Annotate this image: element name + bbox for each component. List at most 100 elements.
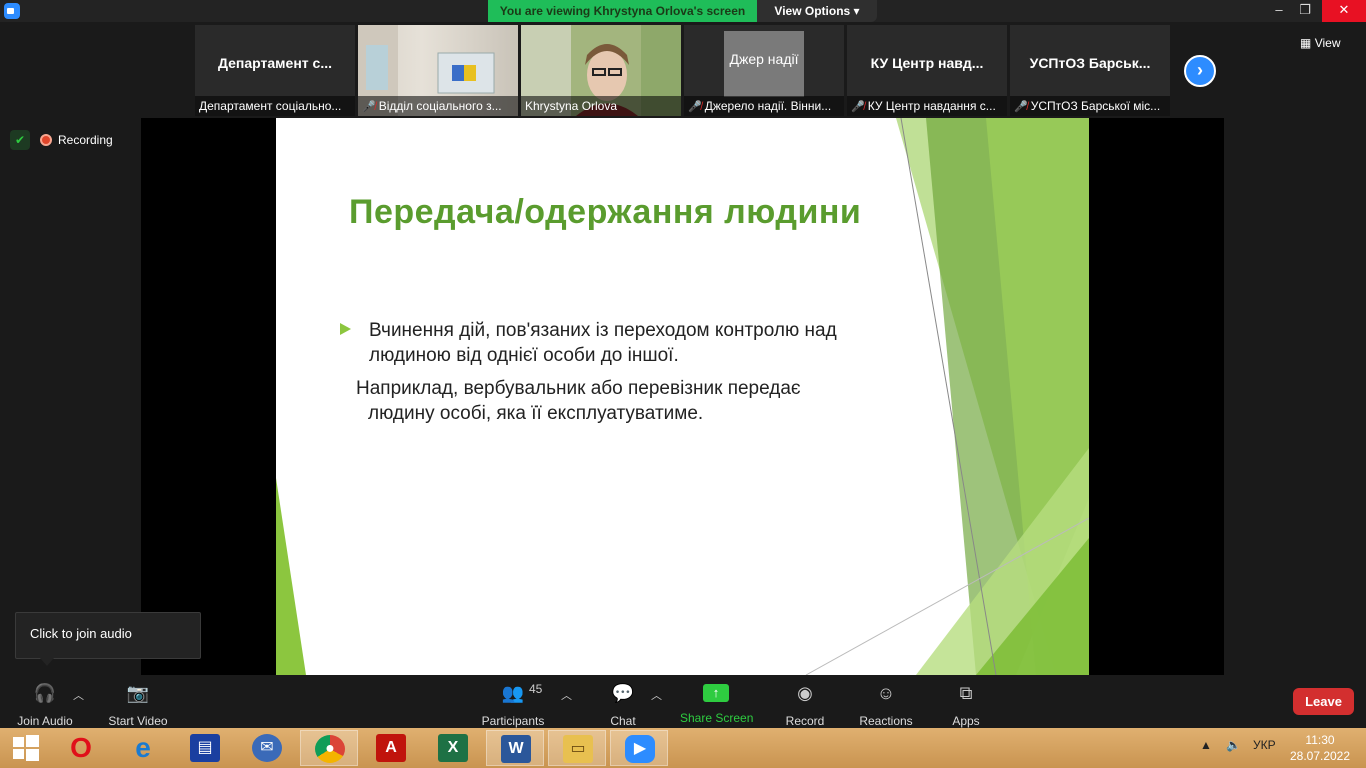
taskbar-zoom[interactable]: ▶ — [610, 730, 668, 766]
zoom-app-icon — [4, 3, 20, 19]
chat-caret[interactable]: ︿ — [651, 687, 662, 703]
chat-icon: 💬 — [611, 683, 635, 703]
taskbar-thunderbird[interactable]: ✉ — [238, 730, 296, 766]
reactions-label: Reactions — [859, 714, 913, 728]
close-button[interactable]: ✕ — [1322, 0, 1366, 22]
restore-button[interactable]: ❐ — [1292, 0, 1318, 22]
participant-caption: 🎤̸ Джерело надії. Вінни... — [684, 96, 844, 116]
participant-caption: 🎤̸ КУ Центр навдання с... — [847, 96, 1007, 116]
participant-name-large: УСПтОЗ Барськ... — [1029, 55, 1151, 71]
join-audio-button[interactable]: 🎧 Join Audio — [10, 681, 80, 728]
taskbar-acrobat[interactable]: A — [362, 730, 420, 766]
word-icon: W — [501, 735, 531, 763]
next-page-button[interactable]: › — [1184, 55, 1216, 87]
record-icon: ◉ — [797, 683, 813, 703]
taskbar-excel[interactable]: X — [424, 730, 482, 766]
language-indicator[interactable]: УКР — [1253, 738, 1276, 752]
chat-button[interactable]: 💬 Chat — [600, 681, 646, 728]
participant-tile[interactable]: Джер надії 🎤̸ Джерело надії. Вінни... — [684, 25, 844, 116]
participant-caption: 🎤̸ Відділ соціального з... — [358, 96, 518, 116]
video-off-icon: 📷 — [126, 683, 150, 703]
slide-title: Передача/одержання людини — [349, 193, 862, 231]
start-video-button[interactable]: 📷 Start Video — [104, 681, 172, 728]
taskbar-file-explorer[interactable]: ▭ — [548, 730, 606, 766]
thunderbird-icon: ✉ — [252, 734, 282, 762]
participant-caption: Департамент соціально... — [195, 96, 355, 116]
presentation-slide: Передача/одержання людини Вчинення дій, … — [276, 118, 1089, 675]
speaker-icon[interactable]: 🔈 — [1226, 738, 1241, 752]
windows-taskbar: O e ▤ ✉ ● A X W ▭ ▶ — [0, 728, 1366, 768]
view-label: View — [1314, 36, 1341, 50]
muted-mic-icon: 🎤̸ — [688, 101, 702, 113]
view-button[interactable]: ▦ View — [1300, 32, 1360, 54]
leave-button[interactable]: Leave — [1293, 688, 1354, 715]
tray-overflow-icon[interactable]: ▲ — [1200, 738, 1212, 752]
taskbar-internet-explorer[interactable]: e — [114, 730, 172, 766]
grid-view-icon: ▦ — [1300, 36, 1312, 50]
taskbar-clock[interactable]: 11:30 28.07.2022 — [1288, 732, 1352, 764]
floppy-disk-icon: ▤ — [190, 734, 220, 762]
window-titlebar: You are viewing Khrystyna Orlova's scree… — [0, 0, 1366, 22]
view-options-button[interactable]: View Options ▾ — [757, 0, 877, 22]
headphones-icon: 🎧 — [33, 683, 57, 703]
clock-time: 11:30 — [1305, 733, 1335, 747]
muted-mic-icon: 🎤̸ — [1014, 101, 1028, 113]
muted-mic-icon: 🎤̸ — [851, 101, 865, 113]
participants-label: Participants — [481, 714, 545, 728]
participants-caret[interactable]: ︿ — [561, 687, 572, 703]
slide-example-paragraph: Наприклад, вербувальник або перевізник п… — [356, 376, 896, 426]
join-audio-tooltip: Click to join audio — [15, 612, 201, 666]
clock-date: 28.07.2022 — [1289, 749, 1351, 763]
recording-indicator[interactable]: Recording — [40, 130, 113, 150]
apps-button[interactable]: ⧉ Apps — [946, 681, 986, 728]
share-screen-label: Share Screen — [680, 711, 754, 725]
participant-tile[interactable]: УСПтОЗ Барськ... 🎤̸ УСПтОЗ Барської міс..… — [1010, 25, 1170, 116]
participants-count: 45 — [529, 682, 543, 696]
record-label: Record — [785, 714, 825, 728]
meeting-toolbar: 🎧 Join Audio ︿ 📷 Start Video 👥 Participa… — [0, 675, 1366, 728]
participant-tile-active[interactable]: Khrystyna Orlova — [521, 25, 681, 116]
recording-label: Recording — [58, 133, 113, 147]
acrobat-icon: A — [376, 734, 406, 762]
taskbar-opera[interactable]: O — [52, 730, 110, 766]
shared-screen-stage: Передача/одержання людини Вчинення дій, … — [141, 118, 1224, 675]
start-video-label: Start Video — [108, 714, 168, 728]
opera-icon: O — [70, 732, 92, 763]
bullet-line-1: Вчинення дій, пов'язаних із переходом ко… — [369, 320, 837, 341]
security-shield-icon[interactable]: ✔ — [10, 130, 30, 150]
participant-tile[interactable]: КУ Центр навд... 🎤̸ КУ Центр навдання с..… — [847, 25, 1007, 116]
participant-caption: 🎤̸ УСПтОЗ Барської міс... — [1010, 96, 1170, 116]
bullet-line-2: людиною від однієї особи до іншої. — [369, 345, 679, 366]
windows-logo-icon — [13, 735, 39, 761]
taskbar-chrome[interactable]: ● — [300, 730, 358, 766]
join-audio-label: Join Audio — [17, 714, 73, 728]
participant-name-large: КУ Центр навд... — [870, 55, 984, 71]
share-screen-icon: ↑ — [703, 684, 729, 702]
folder-icon: ▭ — [563, 735, 593, 763]
minimize-button[interactable]: – — [1266, 0, 1292, 22]
smiley-icon: ☺ — [876, 683, 896, 703]
para-line-1: Наприклад, вербувальник або перевізник п… — [356, 378, 801, 399]
reactions-button[interactable]: ☺ Reactions — [856, 681, 916, 728]
organization-logo: Джер надії — [724, 31, 804, 97]
recording-dot-icon — [40, 133, 52, 146]
taskbar-disk-app[interactable]: ▤ — [176, 730, 234, 766]
para-line-2: людину особі, яка її експлуатуватиме. — [368, 403, 704, 424]
participant-tile[interactable]: 🎤̸ Відділ соціального з... — [358, 25, 518, 116]
view-options-label: View Options — [774, 4, 851, 18]
chat-label: Chat — [610, 714, 636, 728]
apps-label: Apps — [952, 714, 980, 728]
participant-name-large: Департамент с... — [218, 55, 332, 71]
chrome-icon: ● — [315, 735, 345, 763]
viewing-banner: You are viewing Khrystyna Orlova's scree… — [488, 0, 757, 22]
record-button[interactable]: ◉ Record — [782, 681, 828, 728]
share-screen-button[interactable]: ↑ Share Screen — [680, 681, 754, 725]
chevron-right-icon: › — [1197, 60, 1203, 80]
participant-tile[interactable]: Департамент с... Департамент соціально..… — [195, 25, 355, 116]
start-button[interactable] — [0, 730, 58, 766]
excel-icon: X — [438, 734, 468, 762]
zoom-icon: ▶ — [625, 735, 655, 763]
audio-options-caret[interactable]: ︿ — [73, 687, 84, 703]
muted-mic-icon: 🎤̸ — [362, 101, 376, 113]
taskbar-word[interactable]: W — [486, 730, 544, 766]
